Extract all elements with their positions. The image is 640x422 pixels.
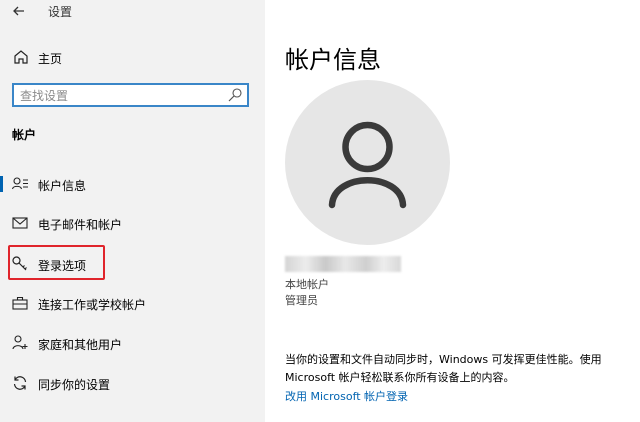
selection-indicator [0,176,3,192]
username-redacted [285,256,401,272]
nav-home-label: 主页 [38,52,63,66]
home-icon [14,50,28,64]
highlight-box [8,245,105,280]
sidebar: 设置 主页 帐户 帐户信息 电子邮件和帐户 [0,0,265,422]
account-type: 本地帐户 [285,278,329,291]
sidebar-item-sync[interactable]: 同步你的设置 [0,369,265,397]
user-icon [328,121,407,209]
search-box[interactable] [12,83,249,107]
page-title: 帐户信息 [285,46,381,74]
nav-home[interactable]: 主页 [0,46,265,70]
sidebar-item-work-school[interactable]: 连接工作或学校帐户 [0,289,265,317]
sidebar-item-family[interactable]: 家庭和其他用户 [0,329,265,357]
avatar [285,80,450,245]
search-input[interactable] [20,87,220,105]
email-icon [12,217,28,229]
arrow-left-icon [13,6,24,16]
sidebar-item-account-info[interactable]: 帐户信息 [0,170,265,198]
main-content: 帐户信息 本地帐户 管理员 当你的设置和文件自动同步时，Windows 可发挥更… [265,0,640,422]
sidebar-item-label: 家庭和其他用户 [38,338,123,352]
microsoft-account-link[interactable]: 改用 Microsoft 帐户登录 [285,388,408,404]
briefcase-icon [12,296,28,310]
sidebar-item-label: 电子邮件和帐户 [38,218,123,232]
sidebar-item-label: 同步你的设置 [38,378,111,392]
sidebar-item-label: 连接工作或学校帐户 [38,298,147,312]
app-title: 设置 [48,5,73,19]
back-button[interactable] [8,0,30,22]
sync-description: 当你的设置和文件自动同步时，Windows 可发挥更佳性能。使用 Microso… [285,353,602,384]
add-person-icon [12,335,28,350]
section-title: 帐户 [12,128,37,142]
search-icon[interactable] [227,87,243,103]
sidebar-item-label: 帐户信息 [38,179,87,193]
account-info-icon [11,177,28,190]
sidebar-item-email[interactable]: 电子邮件和帐户 [0,209,265,237]
account-role: 管理员 [285,294,318,307]
titlebar: 设置 [0,0,265,24]
sync-icon [13,376,27,390]
